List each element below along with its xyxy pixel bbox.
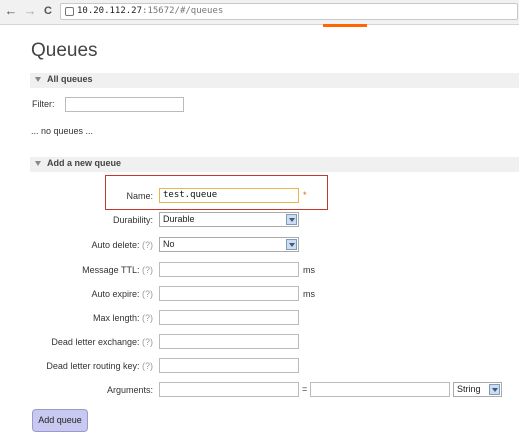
section-all-queues-label: All queues xyxy=(47,74,93,84)
auto-expire-label-text: Auto expire: xyxy=(91,289,140,299)
help-icon[interactable]: (?) xyxy=(142,265,153,275)
durability-value: Durable xyxy=(163,214,195,224)
section-add-queue-label: Add a new queue xyxy=(47,158,122,168)
max-length-label-text: Max length: xyxy=(92,313,140,323)
arguments-equals: = xyxy=(302,384,308,394)
durability-label: Durability: xyxy=(112,215,153,225)
no-queues-text: ... no queues ... xyxy=(31,126,94,136)
message-ttl-unit: ms xyxy=(303,265,315,275)
url-host: 10.20.112.27 xyxy=(77,6,143,16)
message-ttl-label-text: Message TTL: xyxy=(82,265,140,275)
required-marker: * xyxy=(303,190,307,200)
dead-letter-exchange-label-text: Dead letter exchange: xyxy=(51,337,140,347)
page-title: Queues xyxy=(31,40,98,61)
browser-toolbar: ← → C 10.20.112.27:15672/#/queues xyxy=(0,0,519,25)
filter-label: Filter: xyxy=(32,99,55,109)
durability-select[interactable]: Durable xyxy=(159,212,299,227)
back-arrow-icon[interactable]: ← xyxy=(4,4,18,18)
active-tab-indicator xyxy=(323,24,367,27)
url-path: :15672/#/queues xyxy=(142,6,224,16)
message-ttl-input[interactable] xyxy=(159,262,299,277)
name-input[interactable]: test.queue xyxy=(159,188,299,203)
collapse-triangle-icon[interactable] xyxy=(35,161,41,166)
argument-key-input[interactable] xyxy=(159,382,299,397)
message-ttl-label: Message TTL: (?) xyxy=(0,265,153,275)
max-length-label: Max length: (?) xyxy=(0,313,153,323)
dead-letter-exchange-input[interactable] xyxy=(159,334,299,349)
forward-arrow-icon[interactable]: → xyxy=(23,4,37,18)
chevron-down-icon[interactable] xyxy=(489,384,500,395)
filter-input[interactable] xyxy=(65,97,184,112)
auto-expire-input[interactable] xyxy=(159,286,299,301)
add-queue-button[interactable]: Add queue xyxy=(32,409,88,432)
auto-delete-value: No xyxy=(163,239,175,249)
chevron-down-icon[interactable] xyxy=(286,239,297,250)
help-icon[interactable]: (?) xyxy=(142,313,153,323)
auto-expire-label: Auto expire: (?) xyxy=(0,289,153,299)
section-all-queues[interactable]: All queues xyxy=(30,73,519,88)
dead-letter-routing-key-input[interactable] xyxy=(159,358,299,373)
argument-value-input[interactable] xyxy=(310,382,450,397)
name-label: Name: xyxy=(126,191,153,201)
auto-delete-label: Auto delete: (?) xyxy=(0,240,153,250)
max-length-input[interactable] xyxy=(159,310,299,325)
auto-delete-label-text: Auto delete: xyxy=(91,240,140,250)
arguments-label: Arguments: xyxy=(106,385,153,395)
help-icon[interactable]: (?) xyxy=(142,240,153,250)
section-add-queue[interactable]: Add a new queue xyxy=(30,157,519,172)
page-icon xyxy=(65,7,74,16)
address-bar[interactable]: 10.20.112.27:15672/#/queues xyxy=(60,3,518,20)
auto-delete-select[interactable]: No xyxy=(159,237,299,252)
help-icon[interactable]: (?) xyxy=(142,337,153,347)
help-icon[interactable]: (?) xyxy=(142,289,153,299)
chevron-down-icon[interactable] xyxy=(286,214,297,225)
reload-icon[interactable]: C xyxy=(41,4,55,18)
collapse-triangle-icon[interactable] xyxy=(35,77,41,82)
url-text: 10.20.112.27:15672/#/queues xyxy=(77,6,223,16)
auto-expire-unit: ms xyxy=(303,289,315,299)
help-icon[interactable]: (?) xyxy=(142,361,153,371)
dead-letter-exchange-label: Dead letter exchange: (?) xyxy=(0,337,153,347)
dead-letter-routing-key-label-text: Dead letter routing key: xyxy=(46,361,140,371)
argument-type-value: String xyxy=(457,384,481,394)
dead-letter-routing-key-label: Dead letter routing key: (?) xyxy=(0,361,153,371)
argument-type-select[interactable]: String xyxy=(453,382,502,397)
